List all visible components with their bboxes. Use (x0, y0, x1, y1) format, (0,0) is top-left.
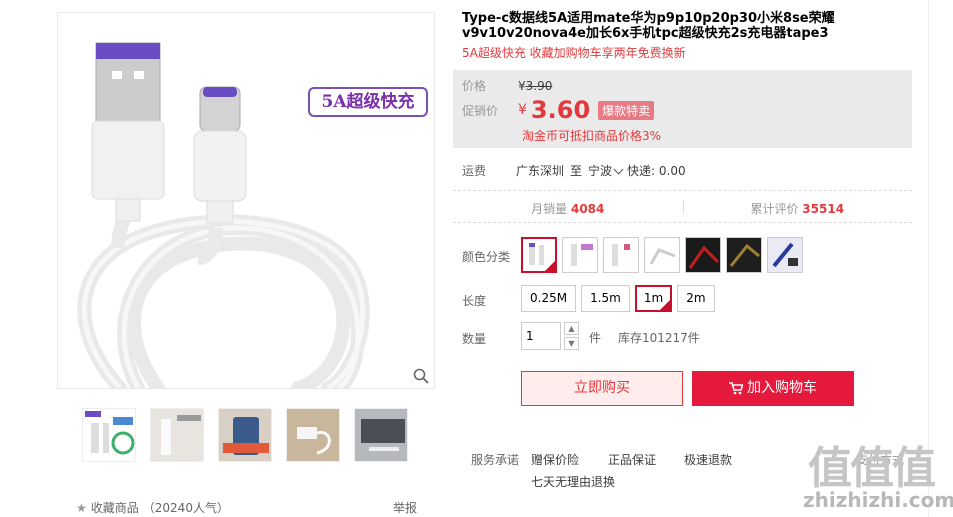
cart-icon (729, 382, 743, 395)
selected-check-icon (660, 300, 671, 310)
quantity-label: 数量 (462, 332, 487, 346)
thumbnail-3[interactable] (218, 408, 272, 462)
favorite-label: 收藏商品 (90, 501, 139, 515)
watermark-logo: 值值值 (808, 443, 936, 494)
shipping-label: 运费 (462, 164, 487, 178)
add-to-cart-label: 加入购物车 (747, 380, 817, 396)
color-swatches (521, 237, 803, 273)
reviews-label: 累计评价 (750, 202, 799, 216)
quantity-decrease-button[interactable]: ▼ (564, 337, 579, 350)
favorite-link[interactable]: ★ 收藏商品 （20240人气） (76, 499, 229, 516)
image-badge: 5A超级快充 (308, 87, 428, 117)
coin-deduction-note[interactable]: 淘金币可抵扣商品价格3% (522, 127, 661, 144)
add-to-cart-button[interactable]: 加入购物车 (692, 371, 854, 406)
watermark-text: zhizhizhi.com (803, 488, 953, 512)
promo-price: 3.60 (530, 96, 591, 124)
thumbnail-1[interactable] (82, 408, 136, 462)
stock-count: 库存101217件 (618, 331, 700, 345)
length-option-2m[interactable]: 2m (677, 285, 715, 312)
thumbnail-4[interactable] (286, 408, 340, 462)
ship-from: 广东深圳 (516, 164, 565, 178)
color-swatch-4[interactable] (644, 237, 680, 273)
color-swatch-3[interactable] (603, 237, 639, 273)
original-price-row: 价格 ¥ 3.90 (462, 77, 552, 94)
length-option-1m[interactable]: 1m (634, 285, 673, 312)
monthly-sales: 月销量 4084 (453, 200, 683, 217)
color-swatch-6[interactable] (726, 237, 762, 273)
service-item[interactable]: 正品保证 (608, 451, 656, 468)
original-price: 3.90 (525, 78, 553, 93)
divider (453, 222, 912, 223)
product-title: Type-c数据线5A适用mate华为p9p10p20p30小米8se荣耀v9v… (462, 11, 835, 41)
shipping-cost: 快递: 0.00 (627, 164, 686, 178)
service-label: 服务承诺 (471, 453, 520, 467)
service-item[interactable]: 极速退款 (684, 451, 732, 468)
thumbnail-2[interactable] (150, 408, 204, 462)
chevron-down-icon[interactable] (613, 164, 624, 174)
promo-price-row: 促销价 ¥ 3.60 爆款特卖 (462, 96, 655, 124)
total-reviews[interactable]: 累计评价 35514 (683, 200, 913, 217)
length-options: 0.25M 1.5m 1m 2m (521, 285, 715, 312)
sales-stats: 月销量 4084 累计评价 35514 (453, 200, 912, 217)
product-subtitle: 5A超级快充 收藏加购物车享两年免费换新 (462, 46, 686, 60)
reviews-value: 35514 (802, 202, 845, 216)
monthly-sales-label: 月销量 (531, 202, 568, 216)
hot-sale-tag: 爆款特卖 (598, 100, 655, 120)
color-swatch-5[interactable] (685, 237, 721, 273)
shipping-row: 运费 广东深圳 至 宁波 快递: 0.00 (462, 162, 686, 179)
monthly-sales-value: 4084 (570, 202, 605, 216)
length-option-0.25m[interactable]: 0.25M (521, 285, 577, 312)
selected-check-icon (545, 261, 555, 271)
cable-illustration (77, 42, 370, 388)
quantity-input[interactable]: 1 (521, 322, 561, 350)
service-item[interactable]: 赠保价险 (531, 451, 579, 468)
color-swatch-1[interactable] (521, 237, 557, 273)
color-swatch-7[interactable] (767, 237, 803, 273)
star-icon: ★ (76, 500, 87, 515)
length-option-1.5m[interactable]: 1.5m (581, 285, 630, 312)
service-item[interactable]: 七天无理由退换 (531, 473, 615, 490)
price-label: 价格 (462, 79, 487, 93)
thumbnail-strip (82, 408, 408, 462)
color-swatch-2[interactable] (562, 237, 598, 273)
ship-destination[interactable]: 宁波 (588, 162, 612, 179)
promo-currency-symbol: ¥ (518, 102, 527, 118)
zoom-icon[interactable] (413, 368, 429, 384)
report-link[interactable]: 举报 (393, 499, 417, 516)
currency-symbol: ¥ (518, 78, 526, 93)
ship-to-word: 至 (570, 164, 583, 178)
quantity-increase-button[interactable]: ▲ (564, 322, 579, 335)
main-product-image[interactable] (57, 12, 435, 389)
quantity-unit: 件 (589, 331, 602, 345)
stats-divider (683, 200, 684, 214)
promo-label: 促销价 (462, 103, 499, 118)
buy-now-button[interactable]: 立即购买 (521, 371, 683, 406)
popularity-count: （20240人气） (142, 501, 229, 515)
color-option-label: 颜色分类 (462, 250, 511, 264)
thumbnail-5[interactable] (354, 408, 408, 462)
length-option-label: 长度 (462, 294, 487, 308)
price-panel: 价格 ¥ 3.90 促销价 ¥ 3.60 爆款特卖 淘金币可抵扣商品价格3% (453, 70, 912, 148)
divider (453, 190, 912, 191)
